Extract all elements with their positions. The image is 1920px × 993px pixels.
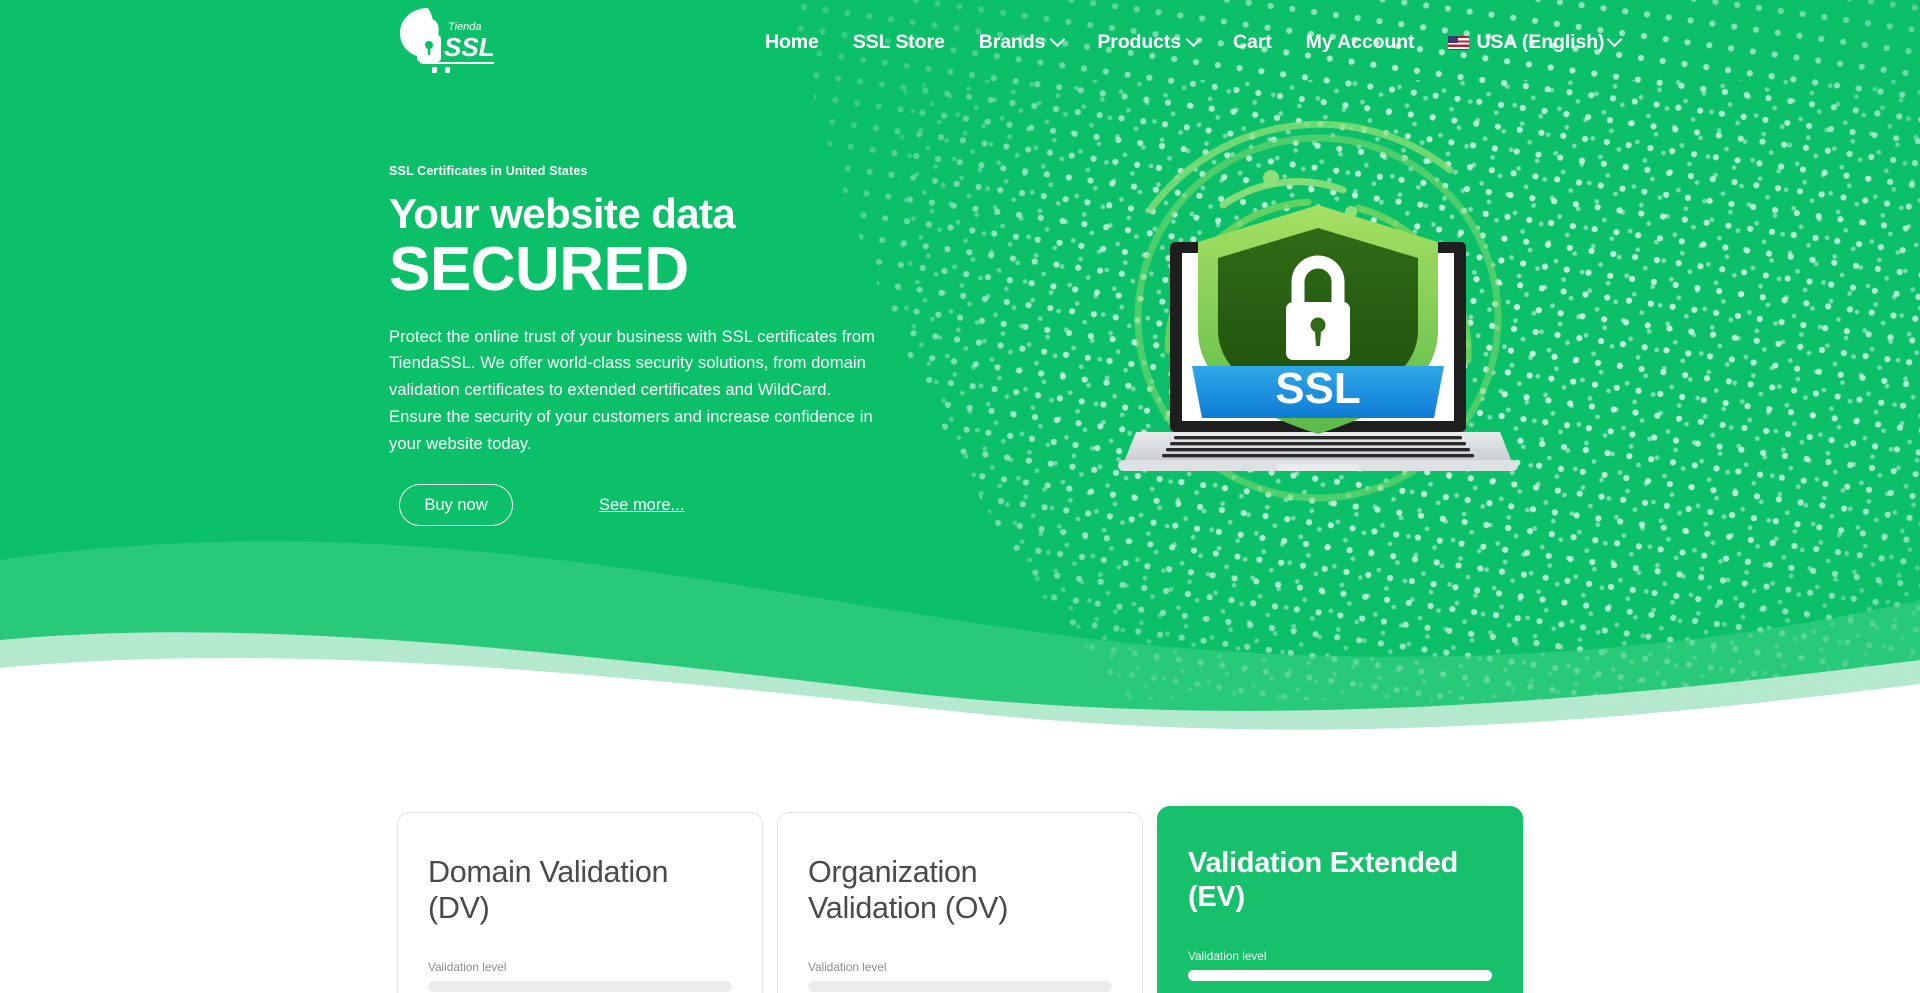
hero-title-line-1: Your website data bbox=[389, 190, 736, 237]
nav-label: My Account bbox=[1305, 30, 1415, 53]
main-navigation: Home SSL Store Brands Products Cart My A… bbox=[748, 0, 1637, 85]
nav-item-products[interactable]: Products bbox=[1080, 30, 1216, 53]
validation-level-label: Validation level bbox=[808, 960, 887, 975]
laptop-trackpad bbox=[1276, 464, 1360, 471]
laptop-ssl-shield-illustration: SSL bbox=[1108, 150, 1528, 500]
hero-paragraph: Protect the online trust of your busines… bbox=[389, 326, 876, 454]
arc-decoration bbox=[1219, 178, 1347, 209]
card-domain-validation[interactable]: Domain Validation (DV) Validation level … bbox=[397, 812, 763, 993]
buy-now-button[interactable]: Buy now bbox=[399, 484, 513, 526]
nav-label: SSL Store bbox=[852, 30, 945, 53]
language-selector[interactable]: USA (English) bbox=[1431, 30, 1637, 53]
see-more-link[interactable]: See more... bbox=[599, 496, 684, 515]
card-extended-validation[interactable]: Validation Extended (EV) Validation leve… bbox=[1157, 806, 1523, 993]
language-label: USA (English) bbox=[1476, 30, 1605, 53]
hero-decoration-svg bbox=[0, 0, 1920, 740]
chevron-down-icon bbox=[1050, 31, 1066, 48]
card-title: Validation Extended (EV) bbox=[1188, 847, 1458, 913]
hero-eyebrow: SSL Certificates in United States bbox=[389, 164, 588, 178]
ssl-banner-text: SSL bbox=[1275, 364, 1361, 413]
chevron-down-icon bbox=[1185, 31, 1202, 48]
card-organization-validation[interactable]: Organization Validation (OV) Validation … bbox=[777, 812, 1143, 993]
validation-level-bar bbox=[1188, 969, 1492, 981]
illustration-svg: SSL bbox=[1118, 170, 1518, 471]
validation-level-bar bbox=[808, 981, 1112, 993]
site-header: Tienda SSL Home SSL Store Brands Product… bbox=[0, 0, 1920, 85]
nav-item-ssl-store[interactable]: SSL Store bbox=[836, 30, 962, 53]
nav-item-brands[interactable]: Brands bbox=[962, 30, 1081, 53]
hero-title-line-2: SECURED bbox=[389, 235, 689, 305]
chevron-down-icon bbox=[1607, 31, 1623, 48]
nav-label: Home bbox=[765, 30, 819, 53]
validation-level-bar bbox=[428, 981, 732, 993]
us-flag-icon bbox=[1448, 35, 1470, 50]
hero-background bbox=[0, 0, 1920, 740]
nav-label: Products bbox=[1097, 30, 1182, 53]
hero-actions: Buy now See more... bbox=[399, 484, 684, 526]
nav-label: Brands bbox=[978, 30, 1046, 53]
arc-dot bbox=[1263, 170, 1279, 186]
hero-text-block: SSL Certificates in United States Your w… bbox=[389, 164, 909, 458]
page-root: Tienda SSL Home SSL Store Brands Product… bbox=[0, 0, 1920, 993]
validation-level-fill bbox=[1188, 969, 1492, 981]
validation-level-label: Validation level bbox=[1188, 948, 1267, 963]
card-title: Domain Validation (DV) bbox=[428, 855, 669, 925]
nav-item-my-account[interactable]: My Account bbox=[1289, 30, 1432, 53]
validation-cards: Domain Validation (DV) Validation level … bbox=[0, 806, 1920, 993]
svg-text:SSL: SSL bbox=[444, 32, 495, 62]
nav-item-cart[interactable]: Cart bbox=[1216, 30, 1289, 53]
shield-lock-logo-icon: Tienda SSL bbox=[400, 8, 495, 73]
site-logo[interactable]: Tienda SSL bbox=[392, 2, 510, 74]
nav-label: Cart bbox=[1233, 30, 1272, 53]
validation-level-label: Validation level bbox=[428, 960, 507, 975]
nav-item-home[interactable]: Home bbox=[748, 30, 836, 53]
card-title: Organization Validation (OV) bbox=[808, 855, 1009, 925]
